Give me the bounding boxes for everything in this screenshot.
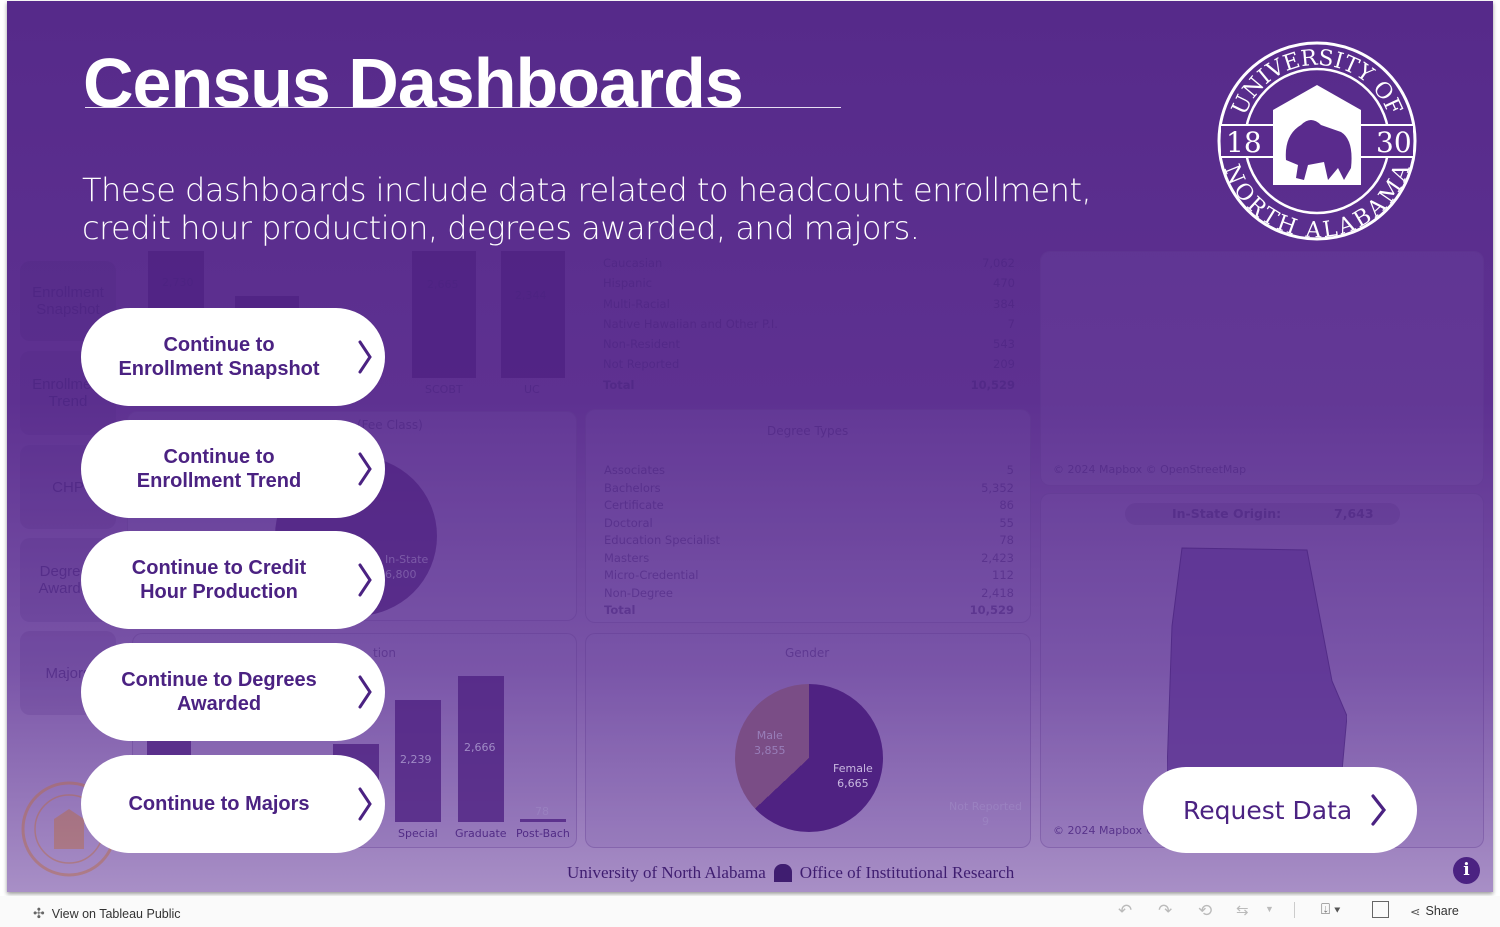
download-icon[interactable]: ⍗ ▾ [1321,901,1340,918]
bar-value: 2,730 [162,276,194,289]
table-row: Hispanic 470 [603,276,1015,291]
female-label: Female 6,665 [833,762,873,790]
panel-title: Degree Types [767,424,849,438]
share-label: Share [1425,904,1459,918]
footer-university: University of North Alabama [567,863,766,882]
footer-office: Office of Institutional Research [799,863,1015,882]
map-credit: © 2024 Mapbox © OpenStreetMap [1053,463,1247,476]
panel-title: (Fee Class) [357,418,423,432]
bar-label: SCOBT [425,383,463,396]
chevron-right-icon [1371,794,1387,826]
table-row: Not Reported 209 [603,357,1015,372]
bar-label: Graduate [455,827,507,840]
bg-bar [147,741,191,755]
page-subtitle: These dashboards include data related to… [82,171,1092,247]
redo-icon[interactable]: ↷ [1158,901,1172,921]
page-title: Census Dashboards [83,44,744,122]
pie-label: In-State [385,553,429,566]
bg-bar [412,251,476,378]
button-label: Continue to Degrees Awarded [121,669,317,715]
chevron-right-icon [358,452,372,486]
svg-text:30: 30 [1376,126,1412,159]
chevron-right-icon [358,563,372,597]
bar-label: UC [524,383,540,396]
table-row: Associates 5 [604,463,1014,477]
bar-post-bach [520,819,566,822]
table-row: Total 10,529 [603,377,1015,392]
table-row: Certificate 86 [604,498,1014,512]
instate-value: 7,643 [1334,506,1374,521]
info-icon[interactable]: i [1453,857,1480,884]
footer-branding: University of North Alabama Office of In… [567,863,1014,883]
gender-pie [735,684,883,832]
panel-title: tion [373,646,396,660]
bar-label: Post-Bach [516,827,570,840]
not-reported-label: Not Reported 9 [949,800,1022,828]
majors-button[interactable]: Continue to Majors [81,755,385,853]
bar-value: 2,344 [515,289,547,302]
chevron-down-icon[interactable]: ▼ [1265,904,1274,914]
button-label: Continue to Enrollment Snapshot [118,334,320,380]
table-row: Native Hawaiian and Other P.I. 7 [603,316,1015,331]
bar-label: Special [398,827,438,840]
revert-icon[interactable]: ⟲ [1198,901,1212,921]
bar-value: 2,665 [427,278,459,291]
button-label: Request Data [1183,795,1353,825]
table-row: Masters 2,423 [604,550,1014,565]
table-row: Caucasian 7,062 [603,256,1015,270]
chevron-right-icon [358,675,372,709]
panel-title: Gender [785,646,830,660]
refresh-icon[interactable]: ⇆ [1236,901,1249,919]
request-data-button[interactable]: Request Data [1143,767,1417,853]
bar-value: 2,666 [464,741,496,754]
enrollment-snapshot-button[interactable]: Continue to Enrollment Snapshot [81,308,385,406]
dashboard: Enrollment Snapshot Enrollment Trend CHP… [7,1,1493,892]
chevron-right-icon [358,340,372,374]
share-button[interactable]: ⋖ Share [1410,904,1459,919]
tableau-logo-icon: ✣ [33,905,45,921]
ethnicity-table: Caucasian 7,062 Hispanic 470 Multi-Racial 3… [603,253,1015,395]
university-seal-logo: UNIVERSITY OF NORTH ALABAMA 18 30 [1217,41,1417,242]
tableau-toolbar: ✣ View on Tableau Public ↶ ↷ ⟲ ⇆ ▼ ⍗ ▾ ⋖… [0,896,1500,927]
title-underline [85,107,841,108]
bg-bar [501,251,565,378]
enrollment-trend-button[interactable]: Continue to Enrollment Trend [81,420,385,518]
table-row: Bachelors 5,352 [604,480,1014,495]
fullscreen-icon[interactable] [1372,901,1389,918]
share-icon: ⋖ [1410,905,1421,919]
chevron-right-icon [358,787,372,821]
degrees-awarded-button[interactable]: Continue to Degrees Awarded [81,643,385,741]
svg-text:18: 18 [1226,126,1262,159]
table-row: Micro-Credential 112 [604,568,1014,582]
pie-value: 6,800 [385,568,417,581]
table-row: Education Specialist 78 [604,533,1014,547]
bar-value: 78 [535,805,549,818]
degree-table: Associates 5 Bachelors 5,352 Certificate 86… [604,462,1014,620]
tile-label: Enrollment Snapshot [32,284,104,318]
undo-icon[interactable]: ↶ [1118,901,1132,921]
tile-label: CHP [52,478,84,496]
view-label: View on Tableau Public [51,906,181,921]
divider [1294,902,1295,918]
table-row: Total 10,529 [604,603,1014,617]
view-on-tableau-link[interactable]: ✣ View on Tableau Public [33,905,181,922]
table-row: Non-Degree 2,418 [604,585,1014,600]
table-row: Multi-Racial 384 [603,296,1015,311]
bar-value: 2,239 [400,753,432,766]
button-label: Continue to Enrollment Trend [136,446,302,492]
world-map-panel[interactable] [1040,251,1484,486]
lion-icon [773,864,792,882]
alabama-county-map[interactable] [1167,546,1347,776]
map-credit: © 2024 Mapbox © [1053,824,1157,837]
instate-label: In-State Origin: [1172,506,1282,521]
table-row: Non-Resident 543 [603,337,1015,352]
button-label: Continue to Credit Hour Production [131,557,307,603]
table-row: Doctoral 55 [604,515,1014,530]
credit-hour-production-button[interactable]: Continue to Credit Hour Production [81,531,385,629]
button-label: Continue to Majors [128,793,310,815]
male-label: Male 3,855 [754,729,786,757]
